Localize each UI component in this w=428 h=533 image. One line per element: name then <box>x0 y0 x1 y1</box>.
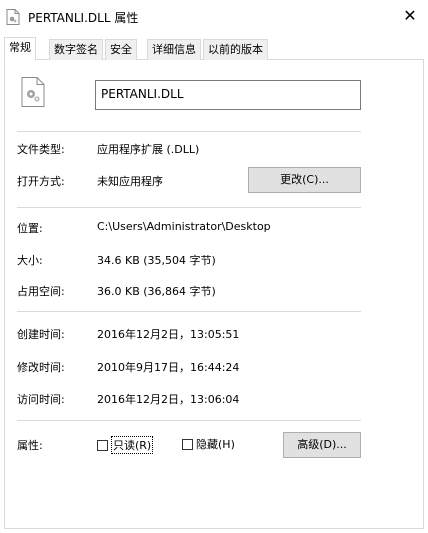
readonly-checkbox-box[interactable] <box>97 439 108 451</box>
separator <box>17 131 361 132</box>
dll-file-icon <box>6 9 20 25</box>
size-on-disk-value: 36.0 KB (36,864 字节) <box>97 285 216 298</box>
file-type-value: 应用程序扩展 (.DLL) <box>97 143 200 156</box>
hidden-checkbox[interactable]: 隐藏(H) <box>182 436 235 452</box>
tab-digital-signatures[interactable]: 数字签名 <box>49 39 103 60</box>
tab-details[interactable]: 详细信息 <box>147 39 201 60</box>
modified-label: 修改时间: <box>17 361 65 374</box>
advanced-button[interactable]: 高级(D)... <box>283 432 361 458</box>
attributes-label: 属性: <box>17 439 43 452</box>
change-button[interactable]: 更改(C)... <box>248 167 361 193</box>
window-title: PERTANLI.DLL 属性 <box>28 11 139 25</box>
size-value: 34.6 KB (35,504 字节) <box>97 254 216 267</box>
created-label: 创建时间: <box>17 328 65 341</box>
tab-previous-versions[interactable]: 以前的版本 <box>203 39 268 60</box>
separator <box>17 207 361 208</box>
size-on-disk-label: 占用空间: <box>17 285 65 298</box>
readonly-checkbox[interactable]: 只读(R) <box>97 436 154 454</box>
separator <box>17 420 361 421</box>
accessed-label: 访问时间: <box>17 393 65 406</box>
dll-file-icon <box>21 77 45 107</box>
separator <box>17 311 361 312</box>
modified-value: 2010年9月17日，16:44:24 <box>97 361 240 374</box>
open-with-value: 未知应用程序 <box>97 175 163 188</box>
created-value: 2016年12月2日，13:05:51 <box>97 328 240 341</box>
tab-strip: 常规 数字签名 安全 详细信息 以前的版本 <box>4 37 424 61</box>
hidden-checkbox-label: 隐藏(H) <box>196 438 235 451</box>
hidden-checkbox-box[interactable] <box>182 438 193 450</box>
general-panel: PERTANLI.DLL 文件类型: 应用程序扩展 (.DLL) 打开方式: 未… <box>4 60 424 529</box>
accessed-value: 2016年12月2日，13:06:04 <box>97 393 240 406</box>
close-button[interactable]: ✕ <box>392 0 428 30</box>
tab-security[interactable]: 安全 <box>105 39 137 60</box>
size-label: 大小: <box>17 254 43 267</box>
readonly-checkbox-label: 只读(R) <box>111 436 154 454</box>
location-value: C:\Users\Administrator\Desktop <box>97 220 271 233</box>
file-type-label: 文件类型: <box>17 143 65 156</box>
filename-input[interactable]: PERTANLI.DLL <box>95 80 361 110</box>
tab-general[interactable]: 常规 <box>4 37 36 61</box>
close-icon: ✕ <box>403 5 417 25</box>
location-label: 位置: <box>17 222 43 235</box>
title-bar: PERTANLI.DLL 属性 ✕ <box>0 0 428 34</box>
open-with-label: 打开方式: <box>17 175 65 188</box>
